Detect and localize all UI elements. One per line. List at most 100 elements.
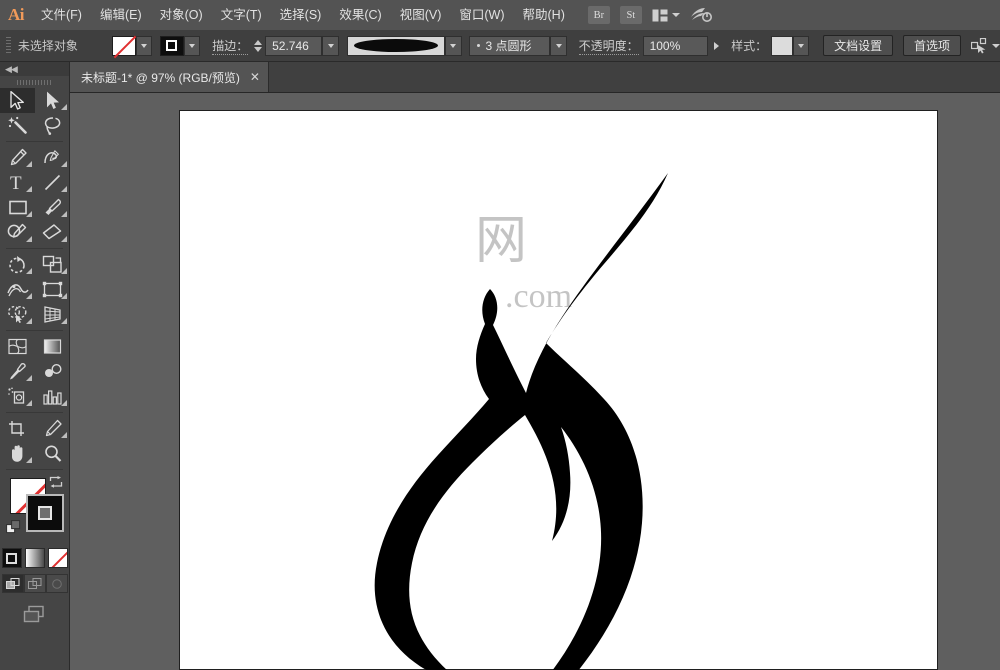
perspective-grid-icon <box>44 306 61 323</box>
tool-scale[interactable] <box>35 252 70 277</box>
eraser-icon <box>42 224 62 240</box>
tool-line-segment[interactable] <box>35 170 70 195</box>
tool-curvature[interactable] <box>35 145 70 170</box>
paintbrush-icon <box>45 198 61 215</box>
document-tab[interactable]: 未标题-1* @ 97% (RGB/预览) ✕ <box>70 62 269 92</box>
brush-definition-field[interactable]: 3 点圆形 <box>469 35 551 56</box>
menu-select[interactable]: 选择(S) <box>271 0 331 30</box>
graphic-style-swatch[interactable] <box>771 35 793 56</box>
arrange-documents-icon[interactable] <box>652 9 680 22</box>
artboard[interactable]: 网 .com <box>179 110 938 670</box>
fill-mode-none[interactable] <box>47 548 68 568</box>
tool-rotate[interactable] <box>0 252 35 277</box>
arrange-documents-glyph <box>652 9 668 21</box>
artwork-path <box>374 173 668 670</box>
width-profile-dropdown[interactable] <box>444 35 462 56</box>
tools-divider <box>6 248 63 249</box>
width-profile-preview[interactable] <box>346 35 445 56</box>
tool-free-transform[interactable] <box>35 277 70 302</box>
magic-wand-icon <box>7 116 27 134</box>
menu-help[interactable]: 帮助(H) <box>514 0 574 30</box>
menu-type[interactable]: 文字(T) <box>212 0 271 30</box>
tool-column-graph[interactable] <box>35 384 70 409</box>
tool-gradient[interactable] <box>35 334 70 359</box>
tools-divider <box>6 141 63 142</box>
opacity-label[interactable]: 不透明度： <box>578 37 639 55</box>
scale-icon <box>42 255 62 273</box>
tool-pencil[interactable] <box>0 220 35 245</box>
close-icon[interactable]: ✕ <box>250 71 260 83</box>
collapse-panel-icon[interactable]: ◀◀ <box>5 64 18 75</box>
draw-mode-buttons <box>0 574 69 593</box>
draw-normal-mode[interactable] <box>1 574 24 593</box>
stroke-weight-input[interactable]: 52.746 <box>265 35 323 56</box>
tool-perspective-grid[interactable] <box>35 302 70 327</box>
tool-eraser[interactable] <box>35 220 70 245</box>
tool-symbol-sprayer[interactable] <box>0 384 35 409</box>
tool-hand[interactable] <box>0 441 35 466</box>
tools-panel-header: ◀◀ <box>0 62 69 76</box>
bridge-icon[interactable]: Br <box>587 6 610 24</box>
flame-bird-silhouette[interactable] <box>180 111 939 670</box>
opacity-input[interactable]: 100% <box>642 35 708 56</box>
lasso-icon <box>44 117 60 135</box>
tool-group-transform <box>0 252 69 327</box>
shape-builder-icon <box>7 305 27 323</box>
stepper-down-icon <box>254 46 263 52</box>
tools-panel-grip[interactable] <box>0 76 69 88</box>
chevron-down-icon <box>671 13 680 17</box>
tool-blend[interactable] <box>35 359 70 384</box>
chevron-down-icon <box>140 43 147 48</box>
menu-window[interactable]: 窗口(W) <box>450 0 513 30</box>
svg-text:T: T <box>10 173 22 192</box>
fill-dropdown[interactable] <box>135 35 153 56</box>
graphic-style-dropdown[interactable] <box>792 35 810 56</box>
opacity-flyout-icon[interactable] <box>714 41 720 50</box>
stroke-color-indicator[interactable] <box>26 494 64 532</box>
stroke-weight-label[interactable]: 描边： <box>212 37 249 55</box>
tool-width[interactable] <box>0 277 35 302</box>
draw-behind-mode[interactable] <box>23 574 46 593</box>
tool-paintbrush[interactable] <box>35 195 70 220</box>
select-similar-objects-icon[interactable] <box>971 37 1000 54</box>
control-bar-grip[interactable] <box>6 36 11 55</box>
fill-mode-color[interactable] <box>1 548 22 568</box>
draw-inside-mode[interactable] <box>45 574 68 593</box>
tool-shape-builder[interactable] <box>0 302 35 327</box>
tool-artboard[interactable] <box>0 416 35 441</box>
sync-settings-icon[interactable] <box>690 6 712 24</box>
menu-effect[interactable]: 效果(C) <box>330 0 390 30</box>
menu-edit[interactable]: 编辑(E) <box>91 0 151 30</box>
stroke-dropdown[interactable] <box>183 35 201 56</box>
tool-group-navigation <box>0 416 69 466</box>
preferences-button[interactable]: 首选项 <box>902 35 961 56</box>
fill-mode-gradient[interactable] <box>24 548 45 568</box>
swap-fill-stroke-icon[interactable] <box>49 476 63 489</box>
tool-slice[interactable] <box>35 416 70 441</box>
tool-eyedropper[interactable] <box>0 359 35 384</box>
menu-object[interactable]: 对象(O) <box>151 0 212 30</box>
tool-lasso[interactable] <box>35 113 70 138</box>
stroke-weight-stepper[interactable] <box>254 39 263 52</box>
tool-direct-selection[interactable] <box>35 88 70 113</box>
menu-file[interactable]: 文件(F) <box>32 0 91 30</box>
brush-definition-dropdown[interactable] <box>550 35 567 56</box>
tool-pen[interactable] <box>0 145 35 170</box>
fill-swatch[interactable] <box>112 35 136 56</box>
document-tab-title: 未标题-1* @ 97% (RGB/预览) <box>81 70 240 85</box>
stroke-swatch[interactable] <box>160 35 184 56</box>
stock-icon[interactable]: St <box>619 6 642 24</box>
tool-rectangle[interactable] <box>0 195 35 220</box>
tool-magic-wand[interactable] <box>0 113 35 138</box>
canvas-area[interactable]: 网 .com <box>70 93 1000 670</box>
stroke-weight-dropdown[interactable] <box>322 35 339 56</box>
tool-type[interactable]: T <box>0 170 35 195</box>
tool-mesh[interactable] <box>0 334 35 359</box>
default-fill-stroke-icon[interactable] <box>6 520 21 535</box>
tool-selection[interactable] <box>0 88 35 113</box>
menu-view[interactable]: 视图(V) <box>391 0 451 30</box>
document-setup-button[interactable]: 文档设置 <box>823 35 894 56</box>
artboard-icon <box>9 421 24 436</box>
tool-zoom[interactable] <box>35 441 70 466</box>
change-screen-mode-icon[interactable] <box>0 605 69 625</box>
